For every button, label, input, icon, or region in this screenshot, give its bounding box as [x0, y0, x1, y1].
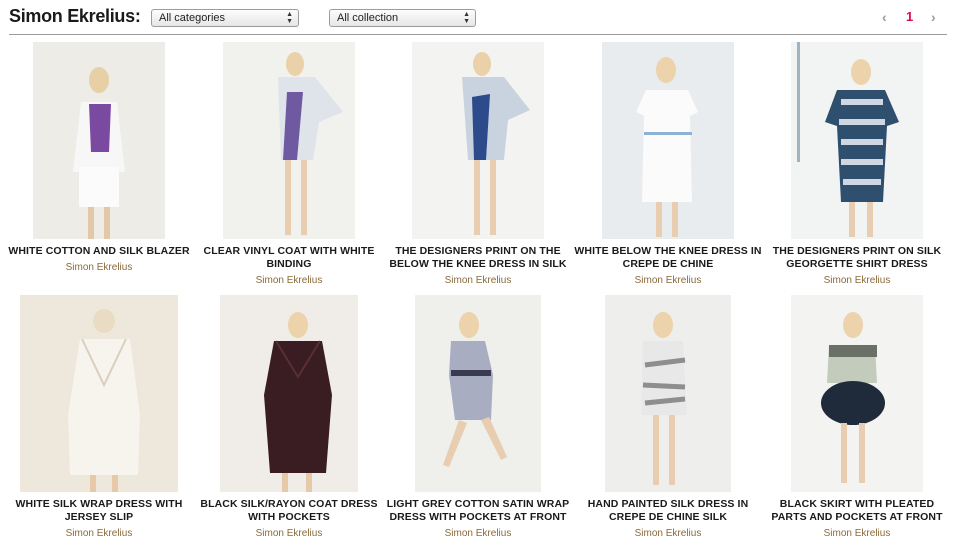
product-title[interactable]: LIGHT GREY COTTON SATIN WRAP DRESS WITH …	[383, 498, 573, 524]
product-image[interactable]	[223, 42, 355, 239]
product-title[interactable]: WHITE BELOW THE KNEE DRESS IN CREPE DE C…	[573, 245, 763, 271]
product-designer[interactable]: Simon Ekrelius	[4, 262, 194, 274]
product-image[interactable]	[20, 295, 178, 492]
prev-page-icon[interactable]: ‹	[882, 9, 887, 25]
select-arrows-icon: ▲ ▼	[286, 11, 293, 25]
product-title[interactable]: BLACK SILK/RAYON COAT DRESS WITH POCKETS	[194, 498, 384, 524]
category-select[interactable]: All categories ▲ ▼	[151, 9, 299, 27]
product-designer[interactable]: Simon Ekrelius	[762, 528, 952, 540]
product-image[interactable]	[791, 295, 923, 492]
top-bar: Simon Ekrelius: All categories ▲ ▼ All co…	[0, 0, 960, 34]
product-title[interactable]: WHITE SILK WRAP DRESS WITH JERSEY SLIP	[4, 498, 194, 524]
product-designer[interactable]: Simon Ekrelius	[573, 528, 763, 540]
product-title[interactable]: BLACK SKIRT WITH PLEATED PARTS AND POCKE…	[762, 498, 952, 524]
product-image[interactable]	[33, 42, 165, 239]
product-designer[interactable]: Simon Ekrelius	[573, 275, 763, 287]
product-designer[interactable]: Simon Ekrelius	[383, 528, 573, 540]
select-arrows-icon: ▲ ▼	[463, 11, 470, 25]
product-image[interactable]	[602, 42, 734, 239]
product-image[interactable]	[220, 295, 358, 492]
product-title[interactable]: HAND PAINTED SILK DRESS IN CREPE DE CHIN…	[573, 498, 763, 524]
current-page-number[interactable]: 1	[906, 9, 913, 24]
product-image[interactable]	[415, 295, 541, 492]
product-title[interactable]: THE DESIGNERS PRINT ON THE BELOW THE KNE…	[383, 245, 573, 271]
product-designer[interactable]: Simon Ekrelius	[194, 275, 384, 287]
product-image[interactable]	[605, 295, 731, 492]
product-designer[interactable]: Simon Ekrelius	[383, 275, 573, 287]
product-title[interactable]: WHITE COTTON AND SILK BLAZER	[4, 245, 194, 258]
product-title[interactable]: THE DESIGNERS PRINT ON SILK GEORGETTE SH…	[762, 245, 952, 271]
collection-select-value: All collection	[337, 12, 399, 24]
header-divider	[9, 34, 947, 35]
designer-title: Simon Ekrelius:	[9, 6, 141, 26]
product-designer[interactable]: Simon Ekrelius	[4, 528, 194, 540]
product-designer[interactable]: Simon Ekrelius	[762, 275, 952, 287]
product-image[interactable]	[412, 42, 544, 239]
collection-select[interactable]: All collection ▲ ▼	[329, 9, 476, 27]
next-page-icon[interactable]: ›	[931, 9, 936, 25]
product-designer[interactable]: Simon Ekrelius	[194, 528, 384, 540]
category-select-value: All categories	[159, 12, 226, 24]
product-title[interactable]: CLEAR VINYL COAT WITH WHITE BINDING	[194, 245, 384, 271]
product-image[interactable]	[791, 42, 923, 239]
